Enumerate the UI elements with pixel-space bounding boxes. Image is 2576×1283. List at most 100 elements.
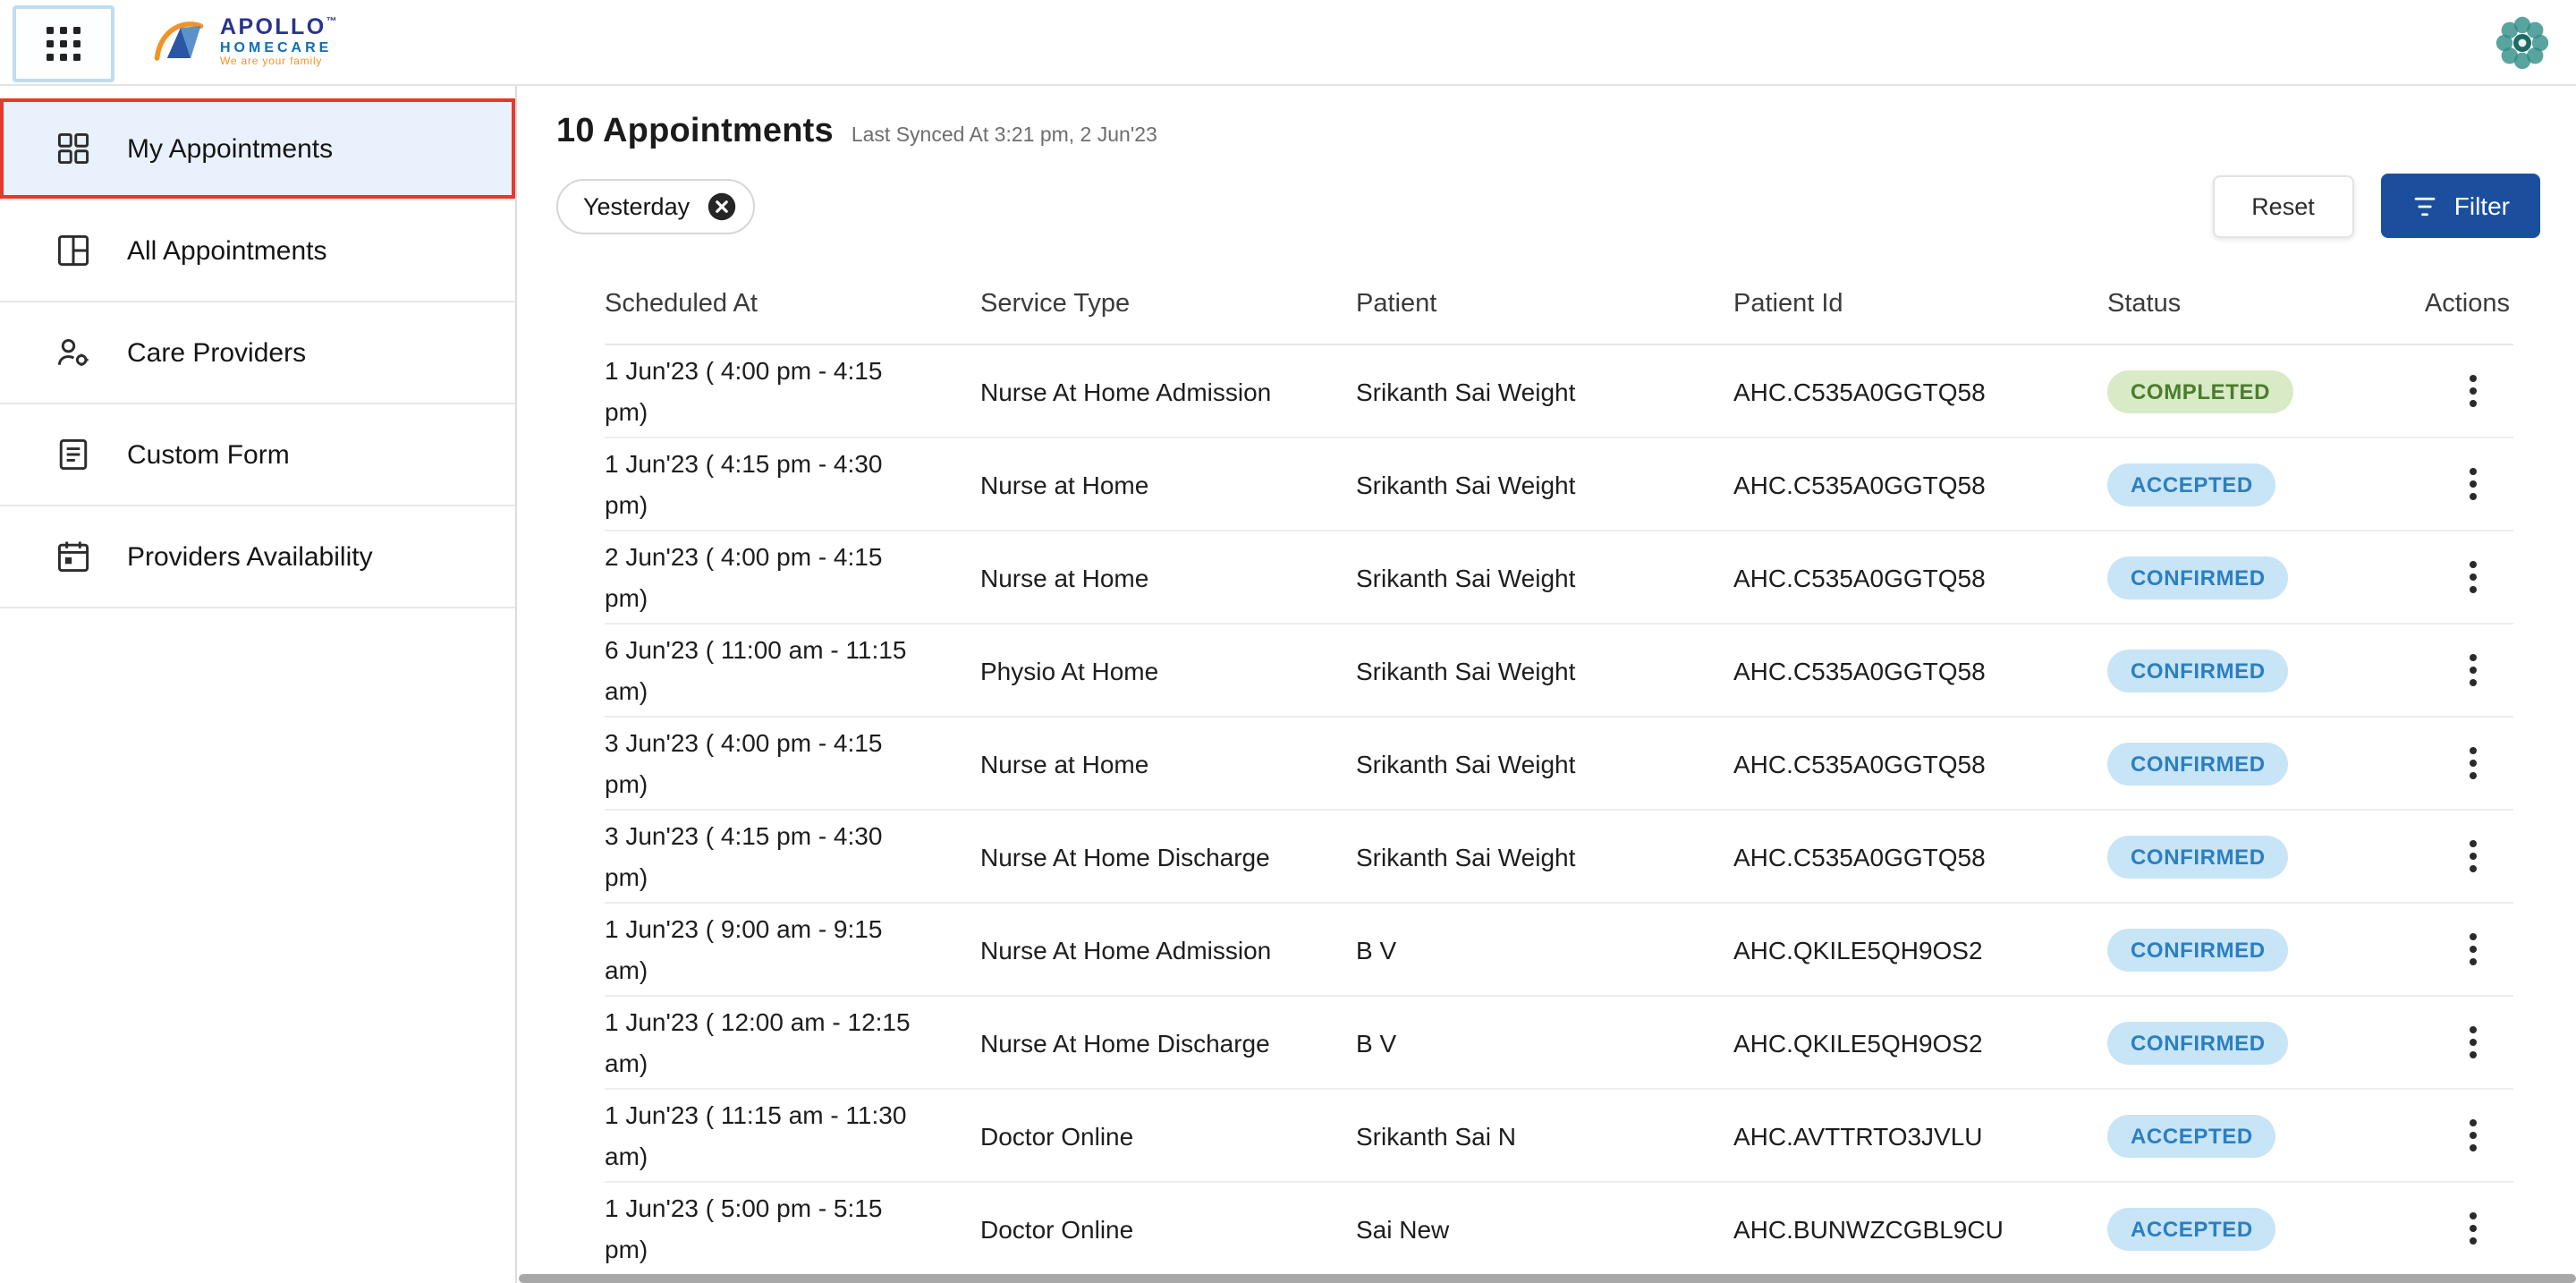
cell-patient-id: AHC.C535A0GGTQ58 bbox=[1733, 377, 2107, 405]
sidebar-item-custom-form[interactable]: Custom Form bbox=[0, 404, 515, 506]
sidebar-item-all-appointments[interactable]: All Appointments bbox=[0, 200, 515, 302]
cell-status: CONFIRMED bbox=[2107, 835, 2411, 878]
cell-patient-id: AHC.QKILE5QH9OS2 bbox=[1733, 1028, 2107, 1057]
cell-patient-id: AHC.BUNWZCGBL9CU bbox=[1733, 1214, 2107, 1243]
horizontal-scrollbar[interactable] bbox=[519, 1274, 2576, 1283]
row-actions-menu-button[interactable] bbox=[2458, 741, 2488, 786]
column-header-service-type: Service Type bbox=[980, 290, 1356, 319]
cell-actions bbox=[2411, 927, 2513, 972]
app-window: APOLLO™ HOMECARE We are your family bbox=[0, 0, 2576, 1283]
cell-service-type: Nurse at Home bbox=[980, 563, 1356, 591]
cell-scheduled-at: 3 Jun'23 ( 4:00 pm - 4:15 pm) bbox=[605, 722, 980, 804]
column-header-actions: Actions bbox=[2411, 290, 2513, 319]
vertical-ellipsis-icon bbox=[2469, 1025, 2478, 1059]
cell-patient: B V bbox=[1356, 935, 1733, 964]
apps-grid-button[interactable] bbox=[13, 5, 114, 82]
sidebar-item-my-appointments[interactable]: My Appointments bbox=[0, 98, 515, 200]
circle-x-icon bbox=[706, 191, 736, 221]
cell-patient-id: AHC.C535A0GGTQ58 bbox=[1733, 563, 2107, 591]
apps-grid-icon bbox=[47, 27, 80, 61]
vertical-ellipsis-icon bbox=[2469, 467, 2478, 501]
sidebar: My Appointments All Appointments Care Pr… bbox=[0, 86, 517, 1283]
reset-button[interactable]: Reset bbox=[2212, 174, 2354, 237]
cell-status: ACCEPTED bbox=[2107, 1114, 2411, 1157]
cell-patient: Srikanth Sai Weight bbox=[1356, 749, 1733, 777]
cell-status: CONFIRMED bbox=[2107, 928, 2411, 971]
status-badge: ACCEPTED bbox=[2107, 463, 2276, 506]
cell-patient-id: AHC.QKILE5QH9OS2 bbox=[1733, 935, 2107, 964]
cell-patient: Srikanth Sai Weight bbox=[1356, 470, 1733, 498]
appointments-table: Scheduled At Service Type Patient Patien… bbox=[556, 265, 2540, 1276]
cell-service-type: Nurse at Home bbox=[980, 749, 1356, 777]
cell-scheduled-at: 3 Jun'23 ( 4:15 pm - 4:30 pm) bbox=[605, 815, 980, 897]
cell-scheduled-at: 1 Jun'23 ( 4:15 pm - 4:30 pm) bbox=[605, 443, 980, 525]
last-synced-text: Last Synced At 3:21 pm, 2 Jun'23 bbox=[852, 125, 1157, 147]
table-row: 2 Jun'23 ( 4:00 pm - 4:15 pm) Nurse at H… bbox=[605, 531, 2513, 625]
row-actions-menu-button[interactable] bbox=[2458, 1113, 2488, 1158]
profile-ornament-button[interactable] bbox=[2492, 12, 2553, 72]
cell-scheduled-at: 2 Jun'23 ( 4:00 pm - 4:15 pm) bbox=[605, 536, 980, 618]
status-badge: ACCEPTED bbox=[2107, 1207, 2276, 1250]
cell-scheduled-at: 1 Jun'23 ( 12:00 am - 12:15 am) bbox=[605, 1001, 980, 1083]
row-actions-menu-button[interactable] bbox=[2458, 369, 2488, 413]
cell-scheduled-at: 1 Jun'23 ( 11:15 am - 11:30 am) bbox=[605, 1094, 980, 1177]
teal-flower-icon bbox=[2492, 12, 2553, 72]
filter-chip-yesterday: Yesterday bbox=[556, 178, 754, 234]
cell-patient: Sai New bbox=[1356, 1214, 1733, 1243]
cell-actions bbox=[2411, 741, 2513, 786]
filter-button-label: Filter bbox=[2454, 191, 2510, 220]
dashboard-grid-icon bbox=[54, 129, 93, 168]
filter-chip-label: Yesterday bbox=[583, 192, 690, 219]
cell-service-type: Nurse At Home Admission bbox=[980, 935, 1356, 964]
vertical-ellipsis-icon bbox=[2469, 1211, 2478, 1245]
cell-service-type: Nurse At Home Discharge bbox=[980, 1028, 1356, 1057]
sidebar-item-care-providers[interactable]: Care Providers bbox=[0, 302, 515, 404]
sidebar-item-label: Providers Availability bbox=[127, 541, 373, 572]
row-actions-menu-button[interactable] bbox=[2458, 834, 2488, 879]
row-actions-menu-button[interactable] bbox=[2458, 462, 2488, 506]
logo-sub-text: HOMECARE bbox=[220, 39, 339, 55]
sidebar-item-providers-availability[interactable]: Providers Availability bbox=[0, 506, 515, 608]
cell-status: ACCEPTED bbox=[2107, 1207, 2411, 1250]
calendar-icon bbox=[54, 537, 93, 576]
cell-status: CONFIRMED bbox=[2107, 1021, 2411, 1064]
row-actions-menu-button[interactable] bbox=[2458, 927, 2488, 972]
cell-actions bbox=[2411, 1020, 2513, 1065]
cell-scheduled-at: 1 Jun'23 ( 9:00 am - 9:15 am) bbox=[605, 908, 980, 990]
chip-close-button[interactable] bbox=[706, 191, 736, 221]
status-badge: CONFIRMED bbox=[2107, 556, 2289, 599]
row-actions-menu-button[interactable] bbox=[2458, 1206, 2488, 1251]
layout-panels-icon bbox=[54, 231, 93, 270]
row-actions-menu-button[interactable] bbox=[2458, 1020, 2488, 1065]
sidebar-item-label: Custom Form bbox=[127, 439, 290, 470]
table-row: 3 Jun'23 ( 4:00 pm - 4:15 pm) Nurse at H… bbox=[605, 718, 2513, 811]
cell-service-type: Physio At Home bbox=[980, 656, 1356, 684]
cell-service-type: Nurse At Home Discharge bbox=[980, 842, 1356, 871]
cell-patient: Srikanth Sai Weight bbox=[1356, 377, 1733, 405]
cell-service-type: Nurse At Home Admission bbox=[980, 377, 1356, 405]
table-row: 6 Jun'23 ( 11:00 am - 11:15 am) Physio A… bbox=[605, 625, 2513, 718]
column-header-status: Status bbox=[2107, 290, 2411, 319]
filter-button[interactable]: Filter bbox=[2381, 174, 2540, 238]
column-header-patient: Patient bbox=[1356, 290, 1733, 319]
table-body: 1 Jun'23 ( 4:00 pm - 4:15 pm) Nurse At H… bbox=[605, 345, 2513, 1276]
vertical-ellipsis-icon bbox=[2469, 560, 2478, 594]
status-badge: CONFIRMED bbox=[2107, 928, 2289, 971]
column-header-patient-id: Patient Id bbox=[1733, 290, 2107, 319]
logo-brand-text: APOLLO™ bbox=[220, 14, 339, 40]
topbar: APOLLO™ HOMECARE We are your family bbox=[0, 0, 2576, 86]
cell-patient-id: AHC.C535A0GGTQ58 bbox=[1733, 470, 2107, 498]
row-actions-menu-button[interactable] bbox=[2458, 648, 2488, 692]
cell-patient: Srikanth Sai Weight bbox=[1356, 563, 1733, 591]
table-row: 1 Jun'23 ( 11:15 am - 11:30 am) Doctor O… bbox=[605, 1090, 2513, 1183]
row-actions-menu-button[interactable] bbox=[2458, 555, 2488, 599]
status-badge: CONFIRMED bbox=[2107, 742, 2289, 785]
status-badge: ACCEPTED bbox=[2107, 1114, 2276, 1157]
cell-patient: Srikanth Sai N bbox=[1356, 1121, 1733, 1150]
cell-actions bbox=[2411, 1206, 2513, 1251]
user-gear-icon bbox=[54, 333, 93, 372]
cell-patient: Srikanth Sai Weight bbox=[1356, 842, 1733, 871]
status-badge: CONFIRMED bbox=[2107, 835, 2289, 878]
cell-actions bbox=[2411, 369, 2513, 413]
main-content: 10 Appointments Last Synced At 3:21 pm, … bbox=[519, 86, 2576, 1283]
